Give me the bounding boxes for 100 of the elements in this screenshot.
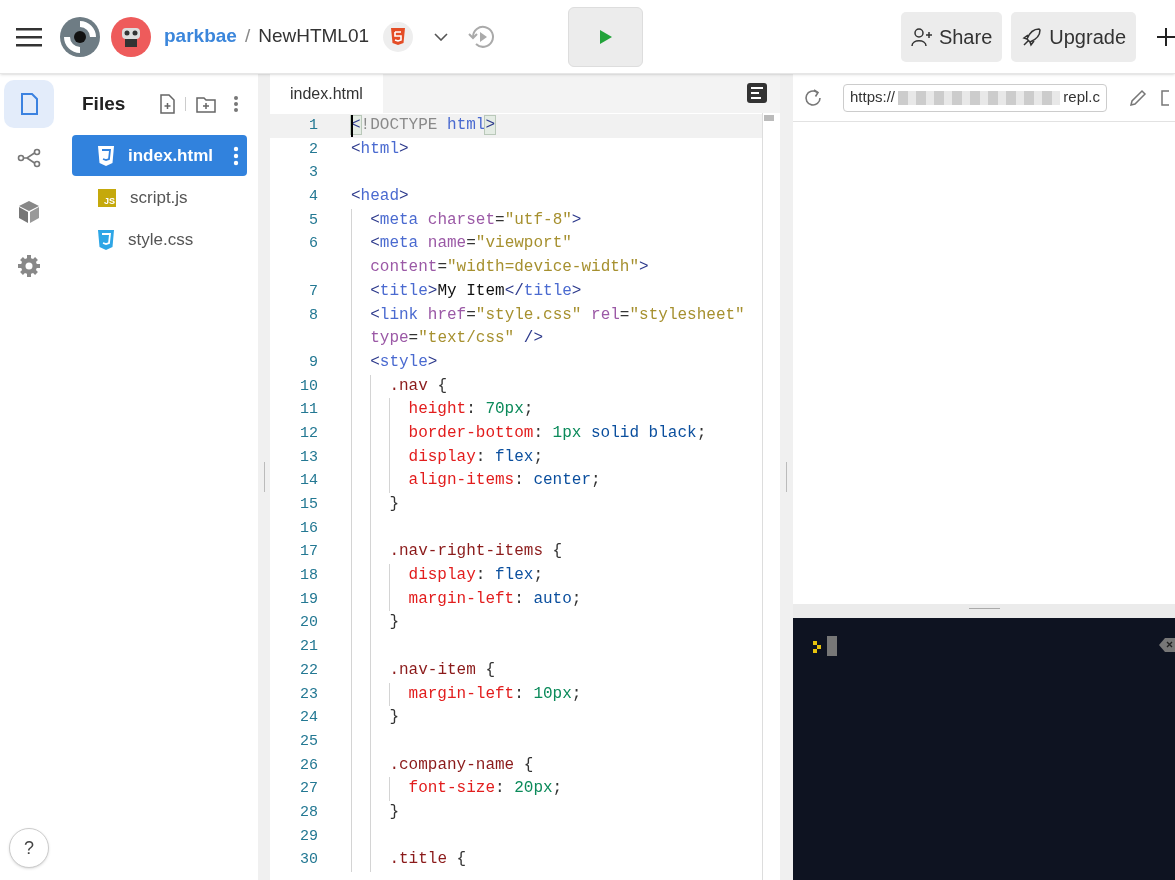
code-text: <head> xyxy=(351,186,409,208)
url-field[interactable]: https:// repl.c xyxy=(843,83,1107,112)
code-text: content="width=device-width"> xyxy=(370,257,649,279)
line-number: 5 xyxy=(308,210,318,231)
file-name: style.css xyxy=(128,228,194,251)
html-shield-icon[interactable] xyxy=(383,21,414,52)
line-number: 29 xyxy=(299,826,318,847)
line-number: 4 xyxy=(308,187,318,208)
line-number: 20 xyxy=(299,613,318,634)
share-button[interactable]: Share xyxy=(900,11,1003,62)
console-cursor xyxy=(827,636,837,656)
rocket-icon xyxy=(1021,26,1044,47)
play-icon xyxy=(599,29,612,44)
code-text: <meta charset="utf-8"> xyxy=(370,209,582,231)
file-item[interactable]: style.css xyxy=(72,219,247,260)
prompt-icon xyxy=(813,641,821,653)
line-number: 7 xyxy=(308,281,318,302)
code-text: .title { xyxy=(389,849,467,871)
code-text: margin-left: 10px; xyxy=(408,683,582,705)
settings-icon xyxy=(17,253,41,279)
window-icon[interactable] xyxy=(1161,89,1169,106)
line-number: 21 xyxy=(299,637,318,658)
kebab-menu-icon[interactable] xyxy=(233,145,239,166)
js-badge: JS xyxy=(98,188,116,207)
code-text: } xyxy=(389,612,399,634)
line-number: 13 xyxy=(299,447,318,468)
code-text: display: flex; xyxy=(408,565,543,587)
file-item[interactable]: JS script.js xyxy=(72,177,247,218)
line-number: 27 xyxy=(299,779,318,800)
line-number: 18 xyxy=(299,566,318,587)
line-number: 17 xyxy=(299,542,318,563)
code-text: margin-left: auto; xyxy=(408,588,582,610)
spiral-logo-icon[interactable] xyxy=(59,15,101,58)
code-text: <link href="style.css" rel="stylesheet" xyxy=(370,304,745,326)
upgrade-button[interactable]: Upgrade xyxy=(1011,11,1136,62)
code-text: .nav { xyxy=(389,375,447,397)
line-number: 8 xyxy=(308,305,318,326)
shield-icon xyxy=(98,229,114,250)
repl-name[interactable]: NewHTML01 xyxy=(258,22,370,51)
owner-link[interactable]: parkbae xyxy=(164,22,237,51)
code-text: height: 70px; xyxy=(408,399,534,421)
code-text: .nav-item { xyxy=(389,659,495,681)
file-tab[interactable]: index.html xyxy=(270,74,383,113)
text-cursor xyxy=(351,114,353,137)
line-number: 10 xyxy=(299,376,318,397)
panel-title: Files xyxy=(82,91,126,116)
line-number: 22 xyxy=(299,660,318,681)
shield-icon xyxy=(98,145,114,166)
code-text: display: flex; xyxy=(408,446,543,468)
code-text: font-size: 20px; xyxy=(408,778,563,800)
clear-icon[interactable] xyxy=(1159,638,1175,652)
refresh-icon[interactable] xyxy=(803,87,823,108)
file-item[interactable]: index.html xyxy=(72,135,247,176)
line-number: 19 xyxy=(299,589,318,610)
help-button[interactable]: ? xyxy=(9,828,49,868)
pencil-icon[interactable] xyxy=(1129,88,1147,107)
line-number: 6 xyxy=(308,234,318,255)
line-number: 11 xyxy=(299,400,318,421)
new-folder-icon[interactable] xyxy=(196,95,217,113)
line-number: 23 xyxy=(299,684,318,705)
line-number: 25 xyxy=(299,731,318,752)
cube-icon xyxy=(17,199,41,225)
minimap-toggle-icon[interactable] xyxy=(747,83,767,103)
line-number: 1 xyxy=(308,116,318,136)
plus-icon[interactable] xyxy=(1157,27,1175,46)
file-name: script.js xyxy=(130,186,188,209)
line-number: 12 xyxy=(299,423,318,444)
line-number: 9 xyxy=(308,352,318,373)
robot-avatar-icon[interactable] xyxy=(111,16,151,57)
code-text: } xyxy=(389,494,399,515)
line-number: 24 xyxy=(299,708,318,729)
scroll-thumb[interactable] xyxy=(764,115,774,121)
menu-icon[interactable] xyxy=(16,26,42,47)
line-number: 28 xyxy=(299,802,318,823)
code-text: <meta name="viewport" xyxy=(370,233,572,255)
line-number: 2 xyxy=(308,139,318,160)
code-text: } xyxy=(389,707,399,729)
new-file-icon[interactable] xyxy=(159,94,176,114)
files-tab[interactable] xyxy=(4,80,54,128)
code-text: } xyxy=(389,801,399,823)
history-icon[interactable] xyxy=(468,23,497,50)
code-text: <title>My Item</title> xyxy=(370,280,582,302)
file-name: index.html xyxy=(128,144,213,167)
chevron-down-icon[interactable] xyxy=(434,32,449,41)
line-number: 3 xyxy=(308,163,318,184)
code-text: border-bottom: 1px solid black; xyxy=(408,422,707,444)
code-text: .company-name { xyxy=(389,754,534,776)
path-separator: / xyxy=(244,24,251,49)
code-text: .nav-right-items { xyxy=(389,541,563,563)
code-text: align-items: center; xyxy=(408,470,601,492)
line-number: 30 xyxy=(299,850,318,871)
line-number: 16 xyxy=(299,518,318,539)
line-number: 15 xyxy=(299,495,318,515)
line-number: 26 xyxy=(299,755,318,776)
line-number: 14 xyxy=(299,471,318,492)
code-text: <html> xyxy=(351,138,409,160)
kebab-menu-icon[interactable] xyxy=(233,95,240,113)
person-plus-icon xyxy=(910,26,933,47)
code-text: type="text/css" /> xyxy=(370,328,544,350)
code-text: <style> xyxy=(370,351,438,373)
